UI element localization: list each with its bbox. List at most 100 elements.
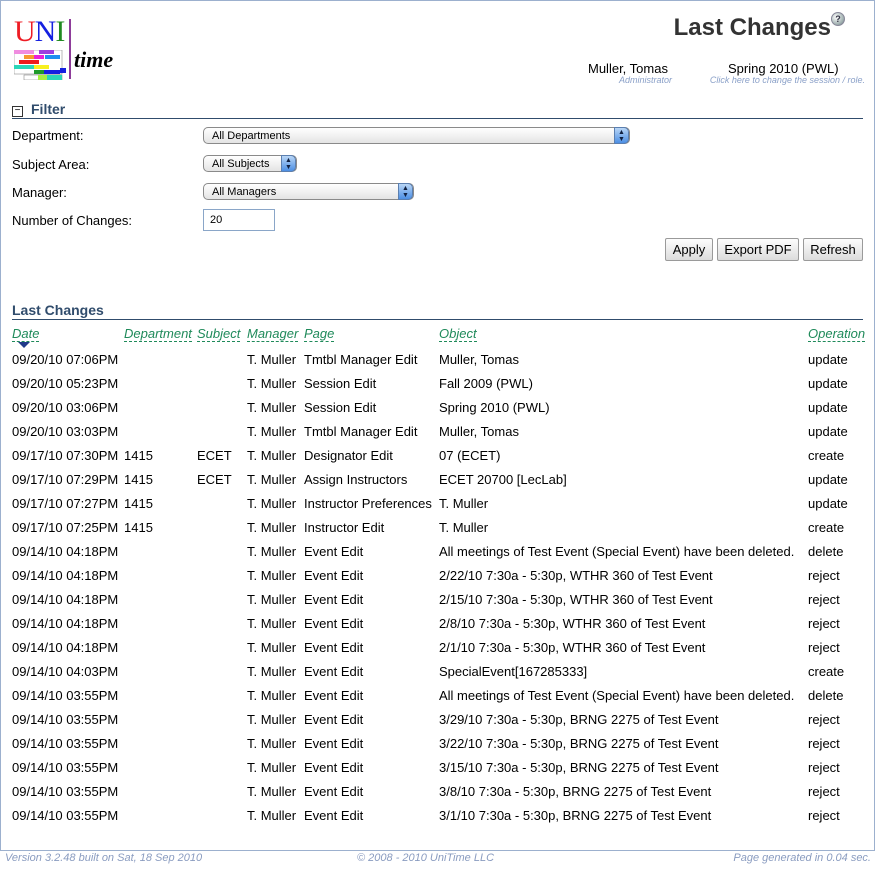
table-row[interactable]: 09/20/10 03:06PM T. Muller Session Edit Spr… (0, 400, 875, 424)
table-row[interactable]: 09/17/10 07:29PM 1415 ECET T. Muller Assign … (0, 472, 875, 496)
filter-section-header[interactable]: − Filter (12, 101, 863, 119)
cell-date: 09/20/10 05:23PM (12, 376, 119, 391)
cell-page: Session Edit (304, 400, 377, 415)
table-row[interactable]: 09/14/10 04:18PM T. Muller Event Edit All m… (0, 544, 875, 568)
cell-manager: T. Muller (247, 424, 297, 439)
cell-date: 09/17/10 07:30PM (12, 448, 119, 463)
cell-object: 3/15/10 7:30a - 5:30p, BRNG 2275 of Test… (439, 760, 719, 775)
cell-manager: T. Muller (247, 808, 297, 823)
cell-object: Fall 2009 (PWL) (439, 376, 533, 391)
column-header-subject[interactable]: Subject (197, 326, 241, 342)
export-pdf-button[interactable]: Export PDF (717, 238, 799, 261)
table-row[interactable]: 09/14/10 04:03PM T. Muller Event Edit Speci… (0, 664, 875, 688)
cell-operation: reject (808, 592, 840, 607)
subject-area-label: Subject Area: (12, 157, 90, 172)
cell-object: ECET 20700 [LecLab] (439, 472, 567, 487)
cell-operation: reject (808, 760, 840, 775)
cell-page: Session Edit (304, 376, 377, 391)
table-row[interactable]: 09/20/10 07:06PM T. Muller Tmtbl Manager E… (0, 352, 875, 376)
table-row[interactable]: 09/17/10 07:27PM 1415 T. Muller Instructor … (0, 496, 875, 520)
session-name[interactable]: Spring 2010 (PWL) (728, 61, 839, 76)
cell-operation: reject (808, 568, 840, 583)
unitime-logo[interactable]: UNI time (12, 17, 122, 81)
cell-operation: update (808, 352, 848, 367)
cell-object: Muller, Tomas (439, 352, 519, 367)
select-arrows-icon: ▲ ▼ (614, 127, 629, 144)
subject-area-select[interactable]: All Subjects ▲ ▼ (203, 155, 297, 172)
cell-object: 3/22/10 7:30a - 5:30p, BRNG 2275 of Test… (439, 736, 719, 751)
column-header-operation[interactable]: Operation (808, 326, 866, 342)
cell-page: Assign Instructors (304, 472, 408, 487)
apply-button[interactable]: Apply (665, 238, 713, 261)
cell-object: 3/1/10 7:30a - 5:30p, BRNG 2275 of Test … (439, 808, 712, 823)
cell-date: 09/14/10 04:18PM (12, 544, 119, 559)
cell-page: Event Edit (304, 640, 364, 655)
footer-generated-time: Page generated in 0.04 sec. (733, 852, 871, 864)
refresh-button[interactable]: Refresh (803, 238, 863, 261)
cell-operation: reject (808, 616, 840, 631)
cell-object: T. Muller (439, 520, 489, 535)
cell-manager: T. Muller (247, 400, 297, 415)
table-row[interactable]: 09/14/10 04:18PM T. Muller Event Edit 2/22/… (0, 568, 875, 592)
cell-department: 1415 (124, 496, 153, 511)
cell-page: Instructor Edit (304, 520, 385, 535)
column-header-department[interactable]: Department (124, 326, 192, 342)
table-row[interactable]: 09/20/10 03:03PM T. Muller Tmtbl Manager E… (0, 424, 875, 448)
cell-object: 2/1/10 7:30a - 5:30p, WTHR 360 of Test E… (439, 640, 706, 655)
table-row[interactable]: 09/20/10 05:23PM T. Muller Session Edit Fal… (0, 376, 875, 400)
cell-page: Designator Edit (304, 448, 393, 463)
cell-operation: update (808, 424, 848, 439)
cell-page: Event Edit (304, 784, 364, 799)
cell-operation: update (808, 496, 848, 511)
table-row[interactable]: 09/17/10 07:30PM 1415 ECET T. Muller Designa… (0, 448, 875, 472)
cell-manager: T. Muller (247, 664, 297, 679)
user-name[interactable]: Muller, Tomas (588, 61, 668, 76)
cell-manager: T. Muller (247, 520, 297, 535)
cell-page: Instructor Preferences (304, 496, 432, 511)
cell-manager: T. Muller (247, 712, 297, 727)
cell-operation: delete (808, 688, 844, 703)
user-role: Administrator (618, 75, 672, 85)
table-row[interactable]: 09/14/10 03:55PM T. Muller Event Edit 3/1/1… (0, 808, 875, 832)
cell-page: Event Edit (304, 736, 364, 751)
table-row[interactable]: 09/14/10 03:55PM T. Muller Event Edit 3/29/… (0, 712, 875, 736)
cell-date: 09/17/10 07:25PM (12, 520, 119, 535)
column-header-manager[interactable]: Manager (247, 326, 299, 342)
cell-object: 07 (ECET) (439, 448, 501, 463)
filter-title: Filter (31, 101, 66, 117)
cell-page: Event Edit (304, 712, 364, 727)
table-row[interactable]: 09/14/10 04:18PM T. Muller Event Edit 2/15/… (0, 592, 875, 616)
cell-operation: reject (808, 808, 840, 823)
column-header-object[interactable]: Object (439, 326, 477, 342)
cell-date: 09/14/10 04:18PM (12, 616, 119, 631)
table-row[interactable]: 09/14/10 03:55PM T. Muller Event Edit 3/8/1… (0, 784, 875, 808)
cell-object: Spring 2010 (PWL) (439, 400, 550, 415)
table-row[interactable]: 09/14/10 03:55PM T. Muller Event Edit 3/15/… (0, 760, 875, 784)
column-header-date[interactable]: Date (12, 326, 40, 342)
cell-manager: T. Muller (247, 760, 297, 775)
cell-page: Event Edit (304, 616, 364, 631)
cell-object: All meetings of Test Event (Special Even… (439, 688, 795, 703)
collapse-icon[interactable]: − (12, 106, 23, 117)
manager-select[interactable]: All Managers ▲ ▼ (203, 183, 414, 200)
change-session-link[interactable]: Click here to change the session / role. (710, 75, 865, 85)
sort-descending-icon (18, 342, 30, 348)
cell-date: 09/14/10 03:55PM (12, 736, 119, 751)
cell-object: T. Muller (439, 496, 489, 511)
help-icon[interactable]: ? (831, 12, 845, 26)
cell-manager: T. Muller (247, 688, 297, 703)
cell-object: 2/8/10 7:30a - 5:30p, WTHR 360 of Test E… (439, 616, 706, 631)
department-select[interactable]: All Departments ▲ ▼ (203, 127, 630, 144)
cell-operation: reject (808, 784, 840, 799)
table-row[interactable]: 09/14/10 03:55PM T. Muller Event Edit All m… (0, 688, 875, 712)
cell-object: 3/8/10 7:30a - 5:30p, BRNG 2275 of Test … (439, 784, 712, 799)
table-row[interactable]: 09/14/10 04:18PM T. Muller Event Edit 2/1/1… (0, 640, 875, 664)
cell-date: 09/14/10 03:55PM (12, 688, 119, 703)
table-row[interactable]: 09/14/10 04:18PM T. Muller Event Edit 2/8/1… (0, 616, 875, 640)
table-row[interactable]: 09/17/10 07:25PM 1415 T. Muller Instructor … (0, 520, 875, 544)
column-header-page[interactable]: Page (304, 326, 335, 342)
cell-page: Event Edit (304, 688, 364, 703)
number-of-changes-input[interactable]: 20 (203, 209, 275, 231)
table-row[interactable]: 09/14/10 03:55PM T. Muller Event Edit 3/22/… (0, 736, 875, 760)
cell-page: Event Edit (304, 760, 364, 775)
